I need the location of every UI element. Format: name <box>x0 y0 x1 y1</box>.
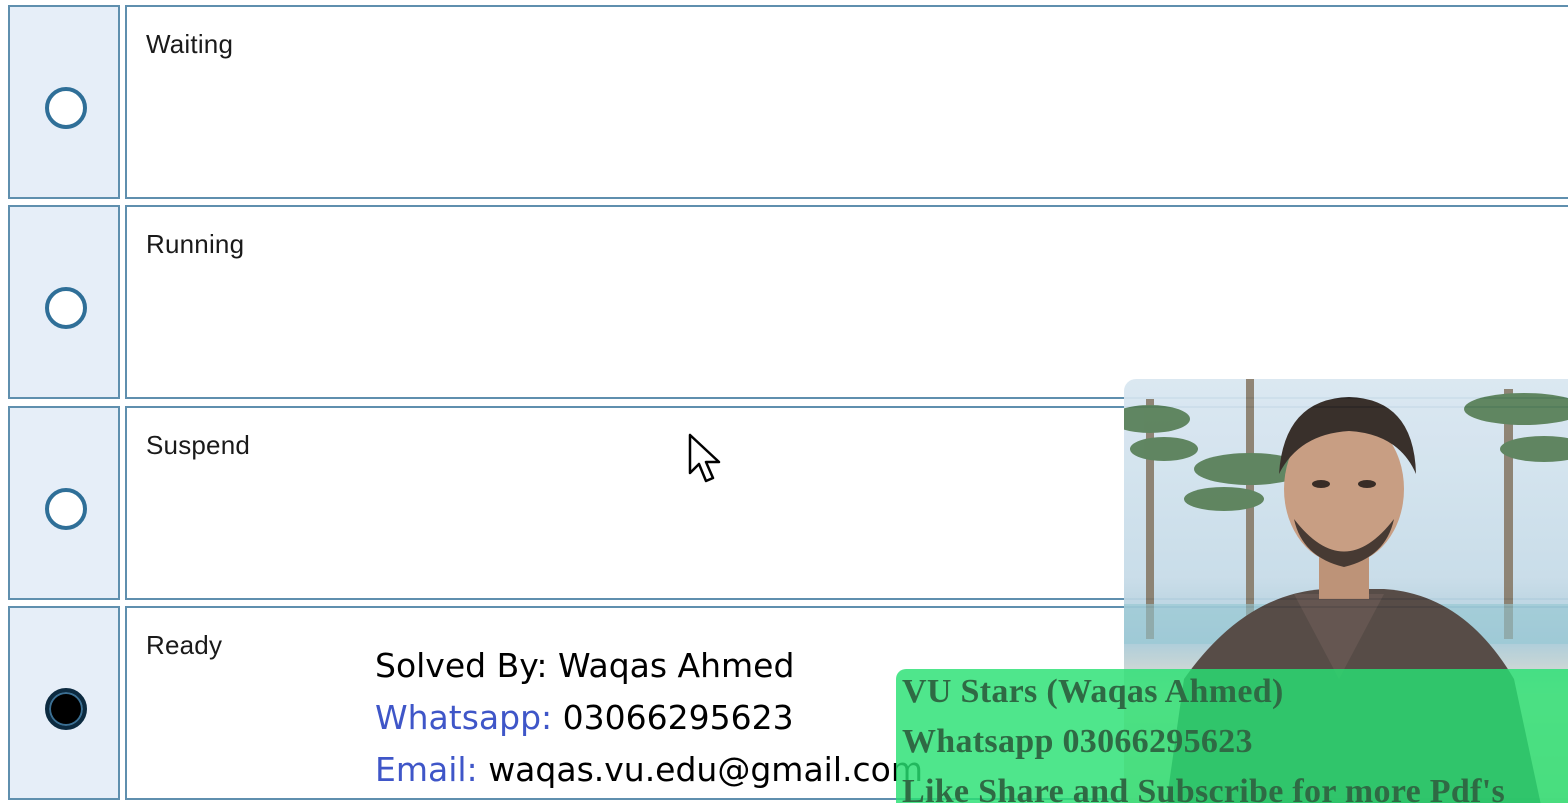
radio-cell <box>8 205 120 399</box>
solver-name: Solved By: Waqas Ahmed <box>375 646 795 685</box>
banner-whatsapp: Whatsapp 03066295623 <box>902 723 1253 760</box>
email-key: Email: <box>375 750 478 789</box>
radio-cell <box>8 5 120 199</box>
radio-cell <box>8 606 120 800</box>
radio-button-ready[interactable] <box>45 688 87 730</box>
radio-button-waiting[interactable] <box>45 87 87 129</box>
quiz-screen: Waiting Running Suspend Ready Solved By:… <box>0 0 1568 803</box>
solver-email: Email: waqas.vu.edu@gmail.com <box>375 744 923 796</box>
banner-subscribe: Like Share and Subscribe for more Pdf's <box>902 773 1505 803</box>
solver-whatsapp: Whatsapp: 03066295623 <box>375 692 923 744</box>
option-row-running[interactable]: Running <box>8 205 1568 401</box>
option-row-waiting[interactable]: Waiting <box>8 5 1568 201</box>
option-label-running: Running <box>146 229 245 259</box>
whatsapp-key: Whatsapp: <box>375 698 553 737</box>
promo-banner: VU Stars (Waqas Ahmed) Whatsapp 03066295… <box>896 669 1568 803</box>
option-label-suspend: Suspend <box>146 430 251 460</box>
radio-button-running[interactable] <box>45 287 87 329</box>
solver-info: Solved By: Waqas Ahmed Whatsapp: 0306629… <box>375 640 923 796</box>
option-text-cell[interactable]: Waiting <box>125 5 1568 199</box>
radio-button-suspend[interactable] <box>45 488 87 530</box>
option-label-ready: Ready <box>146 630 223 660</box>
option-text-cell[interactable]: Running <box>125 205 1568 399</box>
email-value: waqas.vu.edu@gmail.com <box>488 750 923 789</box>
mouse-pointer-icon <box>688 433 722 490</box>
radio-cell <box>8 406 120 600</box>
whatsapp-value: 03066295623 <box>562 698 794 737</box>
banner-channel: VU Stars (Waqas Ahmed) <box>902 673 1284 710</box>
option-label-waiting: Waiting <box>146 29 234 59</box>
